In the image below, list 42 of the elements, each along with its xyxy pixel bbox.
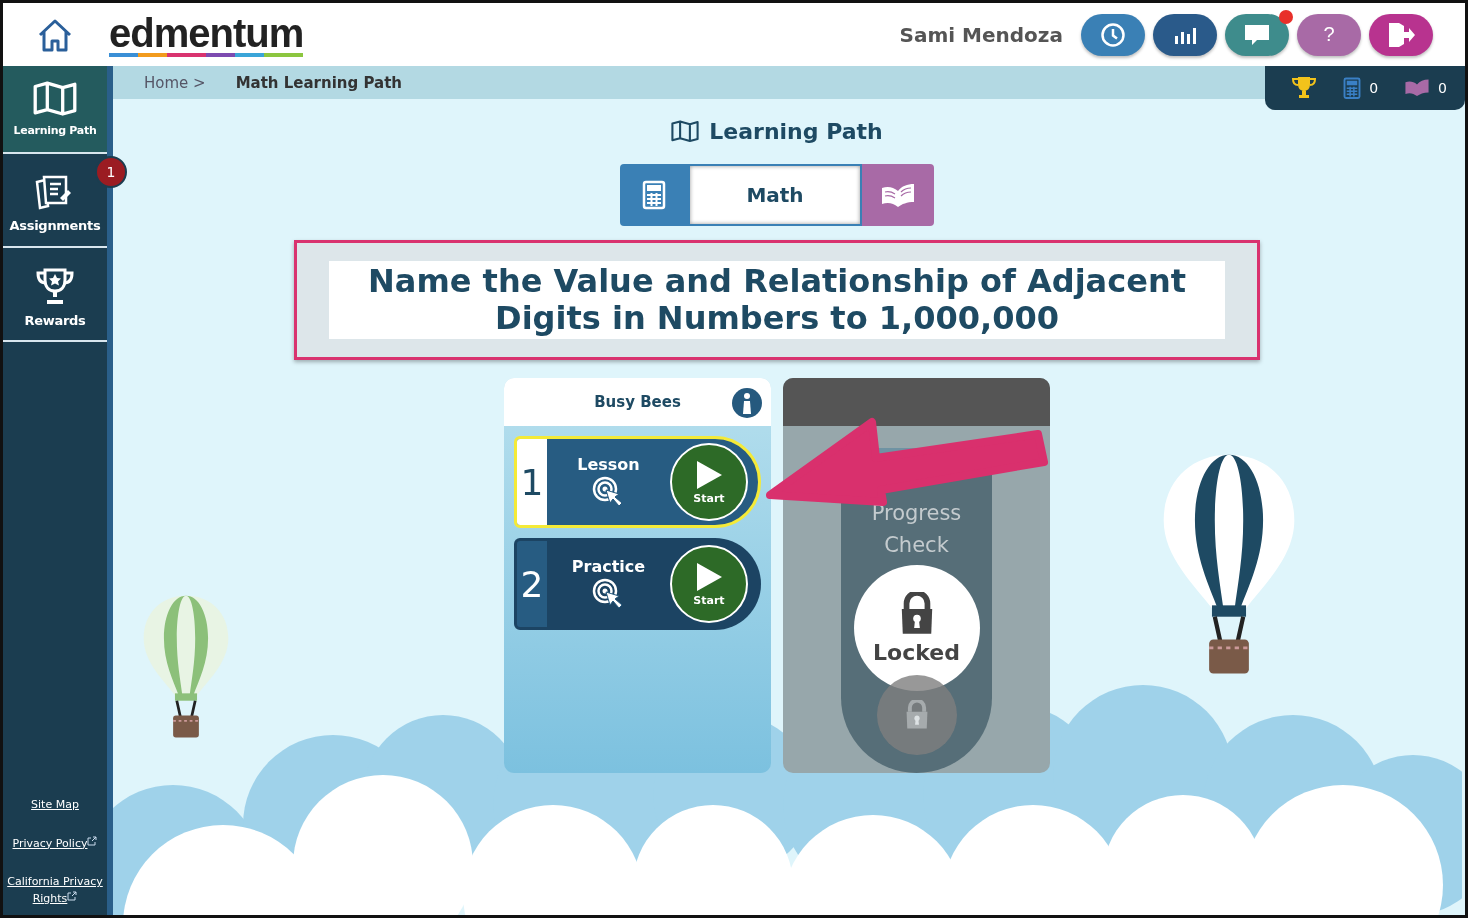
subject-tab[interactable] xyxy=(620,164,688,226)
clock-button[interactable] xyxy=(1081,13,1145,56)
sidebar-item[interactable]: Learning Path xyxy=(3,66,107,154)
calculator-icon xyxy=(1343,76,1362,100)
trophy-icon xyxy=(34,266,76,305)
map-icon xyxy=(671,120,700,143)
breadcrumb-current: Math Learning Path xyxy=(235,73,403,92)
breadcrumb-link[interactable]: Home > xyxy=(144,73,206,92)
play-icon xyxy=(695,459,723,490)
trophy-icon xyxy=(1291,76,1318,100)
page-title: Learning Path xyxy=(709,119,883,144)
clock-icon xyxy=(1100,21,1126,48)
group-title: Busy Bees xyxy=(594,393,681,412)
stat-count: 0 xyxy=(1369,80,1379,96)
home-icon[interactable] xyxy=(37,17,73,52)
notification-dot xyxy=(1279,9,1293,24)
open-book-icon xyxy=(1404,78,1431,98)
chat-icon xyxy=(1244,23,1270,46)
logout-icon xyxy=(1387,21,1415,48)
activity-item[interactable]: 1 Lesson Start xyxy=(514,436,761,529)
notification-badge: 1 xyxy=(95,156,127,188)
subject-tab[interactable] xyxy=(862,164,934,226)
stat-count: 0 xyxy=(1438,80,1447,96)
locked-status: Locked xyxy=(873,639,960,665)
external-link-icon xyxy=(87,835,98,846)
progress-check-title: Progress Check xyxy=(870,500,963,559)
logout-button[interactable] xyxy=(1369,13,1433,56)
footer-link[interactable]: Privacy Policy xyxy=(12,835,98,852)
chart-button[interactable] xyxy=(1153,13,1217,56)
info-icon[interactable] xyxy=(731,387,763,420)
help-button[interactable]: ? xyxy=(1297,13,1361,56)
sidebar-item[interactable]: Rewards xyxy=(3,254,107,342)
footer-link[interactable]: California Privacy Rights xyxy=(3,874,107,907)
user-name: Sami Mendoza xyxy=(899,22,1063,47)
calculator-icon xyxy=(642,180,666,210)
map-icon xyxy=(33,80,77,117)
activity-item[interactable]: 2 Practice Start xyxy=(514,538,761,631)
external-link-icon xyxy=(67,890,78,901)
open-book-icon xyxy=(880,181,916,209)
subject-tab[interactable]: Math xyxy=(688,164,862,226)
play-icon xyxy=(695,561,723,592)
footer-link[interactable]: Site Map xyxy=(31,797,79,814)
